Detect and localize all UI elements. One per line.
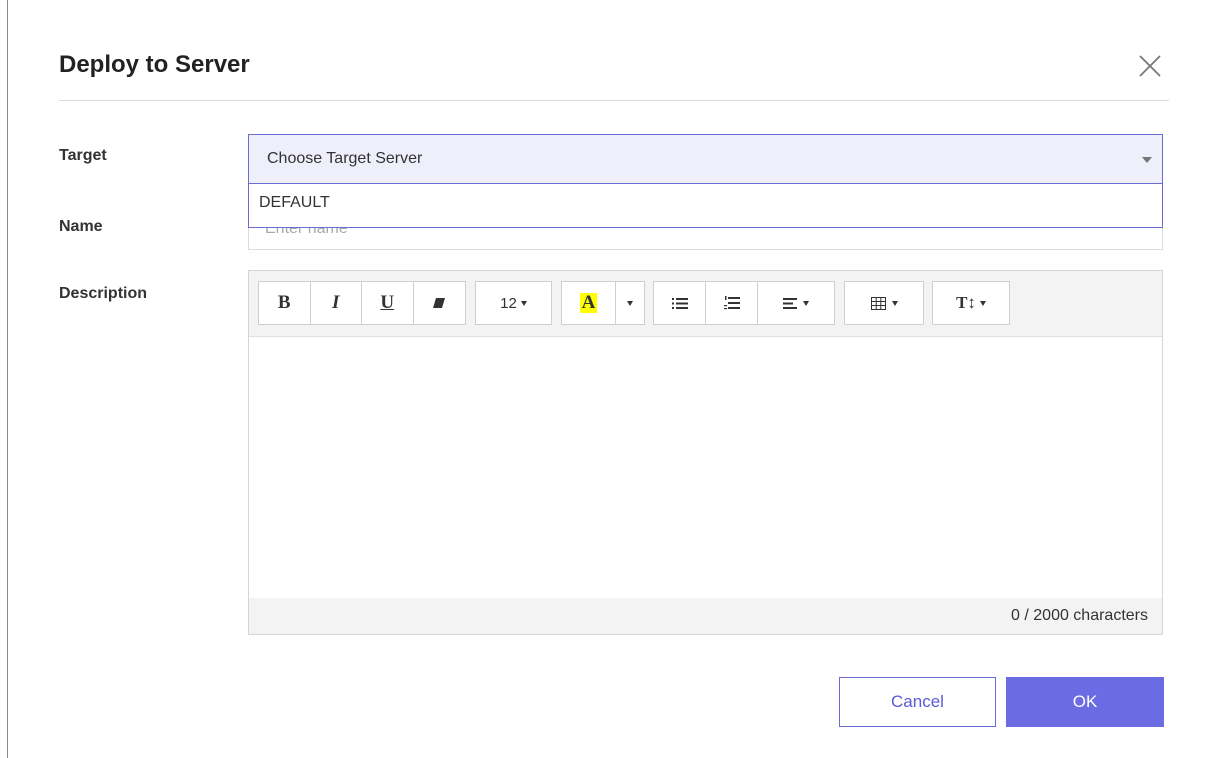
clear-format-button[interactable] xyxy=(414,282,466,324)
italic-button[interactable]: I xyxy=(311,282,362,324)
caret-icon xyxy=(979,300,986,306)
text-color-icon: A xyxy=(579,292,598,313)
description-label: Description xyxy=(59,285,148,302)
cancel-button[interactable]: Cancel xyxy=(839,677,996,727)
target-dropdown: DEFAULT xyxy=(248,184,1163,228)
paragraph-button-group xyxy=(653,281,835,325)
editor-toolbar: B I U 12 A T↕ xyxy=(249,271,1162,337)
ok-button[interactable]: OK xyxy=(1006,677,1164,727)
table-button[interactable] xyxy=(845,282,923,324)
color-button-group: A xyxy=(561,281,645,325)
align-icon xyxy=(783,297,797,309)
caret-icon xyxy=(627,300,633,306)
unordered-list-icon xyxy=(671,297,688,309)
deploy-dialog: Deploy to Server Target Name Description… xyxy=(7,0,1213,758)
chevron-down-icon xyxy=(1142,157,1152,163)
line-height-button[interactable]: T↕ xyxy=(933,282,1009,324)
target-select[interactable]: Choose Target Server xyxy=(248,134,1163,184)
table-icon xyxy=(870,296,886,310)
eraser-icon xyxy=(433,298,446,308)
ordered-list-button[interactable] xyxy=(706,282,758,324)
caret-icon xyxy=(520,300,527,306)
underline-button[interactable]: U xyxy=(362,282,414,324)
target-label: Target xyxy=(59,147,107,164)
description-editor: B I U 12 A T↕ 0 / 2000 characters xyxy=(248,270,1163,635)
unordered-list-button[interactable] xyxy=(654,282,706,324)
close-button[interactable] xyxy=(1136,52,1164,80)
line-height-group: T↕ xyxy=(932,281,1010,325)
color-dropdown-button[interactable] xyxy=(616,282,644,324)
caret-icon xyxy=(803,300,809,306)
name-label: Name xyxy=(59,218,103,235)
ordered-list-icon xyxy=(723,296,740,310)
font-size-button[interactable]: 12 xyxy=(476,282,551,324)
character-count: 0 / 2000 characters xyxy=(1011,607,1148,624)
dropdown-option-default[interactable]: DEFAULT xyxy=(259,194,330,212)
font-size-value: 12 xyxy=(500,294,517,312)
align-button[interactable] xyxy=(758,282,834,324)
editor-footer: 0 / 2000 characters xyxy=(249,598,1162,634)
style-button-group: B I U xyxy=(258,281,466,325)
line-height-icon: T↕ xyxy=(956,293,976,312)
caret-icon xyxy=(891,300,898,306)
dialog-title: Deploy to Server xyxy=(59,51,250,78)
close-icon xyxy=(1139,55,1161,77)
table-button-group xyxy=(844,281,924,325)
font-size-group: 12 xyxy=(475,281,552,325)
target-select-value: Choose Target Server xyxy=(267,150,423,167)
editor-content-area[interactable] xyxy=(249,337,1162,598)
bold-button[interactable]: B xyxy=(259,282,311,324)
text-color-button[interactable]: A xyxy=(562,282,616,324)
header-divider xyxy=(59,100,1169,101)
